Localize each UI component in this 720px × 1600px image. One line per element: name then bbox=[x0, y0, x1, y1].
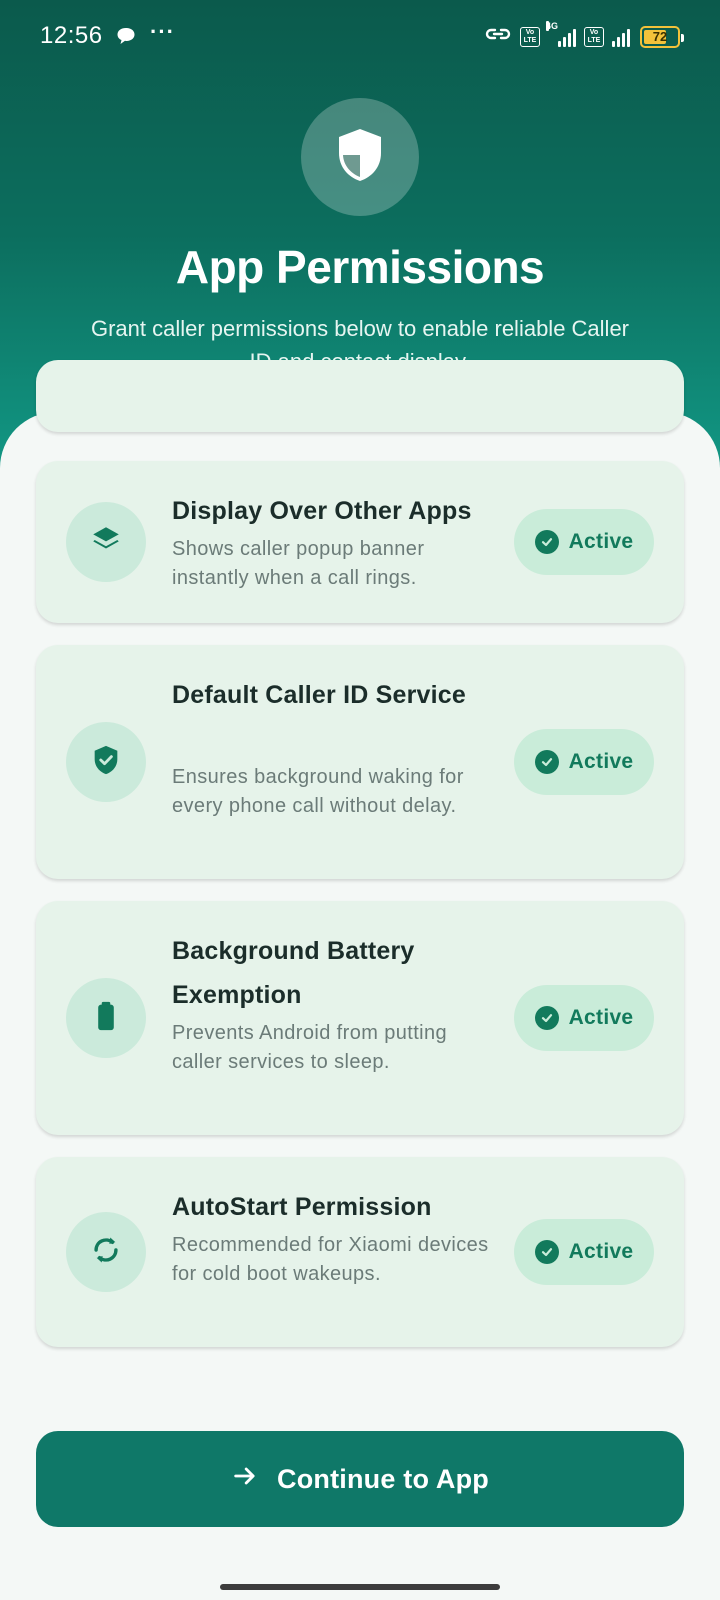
volte-bottom-label-sim2: LTE bbox=[587, 36, 601, 44]
header-icon-circle bbox=[301, 98, 419, 216]
volte-bottom-label: LTE bbox=[523, 36, 537, 44]
page-title: App Permissions bbox=[175, 241, 545, 293]
battery-icon bbox=[89, 999, 123, 1038]
status-icons: Vo LTE 4G Vo LTE 72 bbox=[484, 20, 684, 49]
permission-icon-circle bbox=[66, 1212, 146, 1292]
home-indicator[interactable] bbox=[220, 1584, 500, 1590]
status-badge: Active bbox=[514, 1219, 654, 1285]
permission-card-autostart[interactable]: AutoStart Permission Recommended for Xia… bbox=[36, 1157, 684, 1347]
check-circle-icon bbox=[534, 1240, 559, 1264]
autorenew-icon bbox=[89, 1233, 123, 1272]
volte-top-label-sim2: Vo bbox=[589, 28, 599, 36]
permission-description: Recommended for Xiaomi devices for cold … bbox=[172, 1234, 489, 1285]
permission-title: Default Caller ID Service bbox=[172, 681, 467, 709]
network-type-label: 4G bbox=[546, 20, 559, 31]
permissions-screen: 12:56 ··· Vo LTE 4G Vo LTE 72 App Permis… bbox=[0, 0, 720, 1600]
status-bar: 12:56 ··· Vo LTE 4G Vo LTE 72 bbox=[0, 0, 720, 74]
permission-icon-circle bbox=[66, 502, 146, 582]
chat-bubble-icon bbox=[116, 26, 136, 51]
signal-strength-icon: 4G bbox=[546, 20, 576, 47]
permission-card-caller-id[interactable]: Default Caller ID Service Ensures backgr… bbox=[36, 645, 684, 879]
status-badge-label: Active bbox=[568, 750, 634, 773]
permission-description: Ensures background waking for every phon… bbox=[172, 766, 464, 817]
check-circle-icon bbox=[534, 1006, 559, 1030]
volte-icon: Vo LTE bbox=[520, 26, 540, 47]
volte-top-label: Vo bbox=[525, 28, 535, 36]
continue-button[interactable]: Continue to App bbox=[36, 1431, 684, 1527]
status-time: 12:56 bbox=[40, 22, 103, 49]
check-circle-icon bbox=[534, 530, 559, 554]
signal-strength-icon-sim2 bbox=[612, 27, 630, 47]
permission-card-battery[interactable]: Background Battery Exemption Prevents An… bbox=[36, 901, 684, 1135]
battery-icon: 72 bbox=[640, 25, 684, 48]
permission-description: Shows caller popup banner instantly when… bbox=[172, 538, 425, 589]
check-circle-icon bbox=[534, 750, 559, 774]
arrow-right-icon bbox=[231, 1462, 259, 1497]
content-sheet: Display Over Other Apps Shows caller pop… bbox=[0, 360, 720, 1600]
shield-check-icon bbox=[89, 743, 123, 782]
status-badge-label: Active bbox=[568, 530, 634, 553]
status-badge: Active bbox=[514, 985, 654, 1051]
permission-title: AutoStart Permission bbox=[172, 1193, 432, 1221]
permission-title: Display Over Other Apps bbox=[172, 497, 472, 525]
permission-title: Background Battery Exemption bbox=[172, 937, 415, 1009]
more-notifications-icon: ··· bbox=[150, 19, 175, 44]
permission-icon-circle bbox=[66, 722, 146, 802]
permission-card-partial bbox=[36, 360, 684, 432]
permission-icon-circle bbox=[66, 978, 146, 1058]
permission-card-overlay[interactable]: Display Over Other Apps Shows caller pop… bbox=[36, 461, 684, 623]
battery-level: 72 bbox=[652, 29, 668, 44]
link-icon bbox=[484, 24, 512, 49]
status-badge-label: Active bbox=[568, 1006, 634, 1029]
layers-icon bbox=[89, 523, 123, 562]
status-badge: Active bbox=[514, 729, 654, 795]
continue-button-label: Continue to App bbox=[277, 1463, 489, 1494]
status-badge-label: Active bbox=[568, 1240, 634, 1263]
status-badge: Active bbox=[514, 509, 654, 575]
shield-icon bbox=[335, 127, 385, 188]
volte-icon-sim2: Vo LTE bbox=[584, 26, 604, 47]
permission-description: Prevents Android from putting caller ser… bbox=[172, 1022, 448, 1073]
